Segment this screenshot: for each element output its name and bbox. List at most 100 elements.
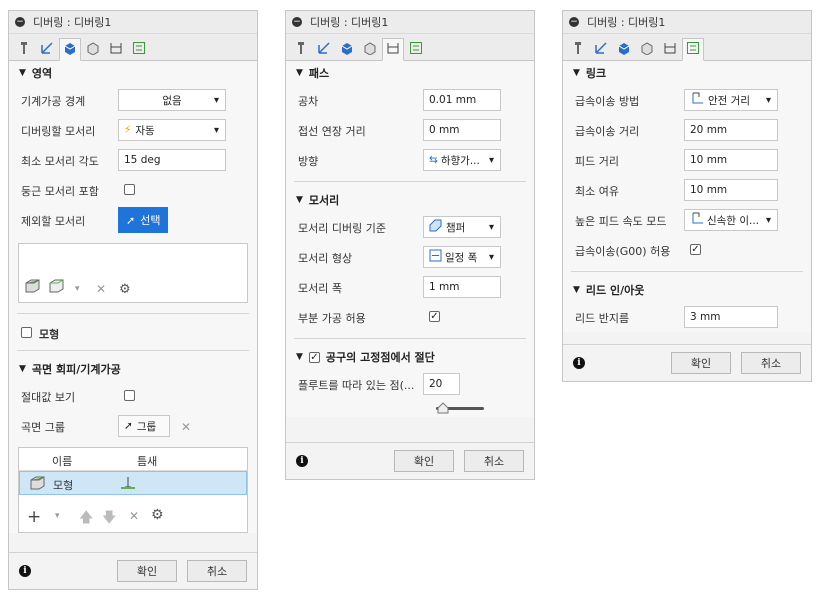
tab-stock[interactable] — [82, 38, 104, 60]
tool-icon — [571, 41, 585, 58]
collapse-icon[interactable]: − — [292, 17, 302, 27]
section-header-edge[interactable]: ▼ 모서리 — [286, 188, 534, 212]
add-icon[interactable]: + — [27, 507, 41, 527]
move-down-icon[interactable]: 🡇 — [102, 507, 116, 531]
table-row[interactable]: 모형 — [19, 471, 247, 495]
section-header-lead[interactable]: ▼ 리드 인/아웃 — [563, 278, 811, 302]
tab-geometry[interactable] — [336, 38, 358, 60]
panel-titlebar[interactable]: − 디버링 : 디버링1 — [9, 11, 257, 34]
tab-tool[interactable] — [13, 38, 35, 60]
tangent-extension-label: 접선 연장 거리 — [298, 125, 366, 138]
section-header-surface[interactable]: ▼ 곡면 회피/기계가공 — [9, 357, 257, 381]
rapid-method-select[interactable]: 안전 거리 — [684, 89, 778, 111]
cancel-button[interactable]: 취소 — [741, 352, 801, 374]
panel-linking: − 디버링 : 디버링1 ▼링크 급속이송 방법 안전 거리 급속이송 거리 2… — [562, 10, 812, 382]
round-edges-checkbox[interactable] — [124, 184, 135, 195]
fixed-point-checkbox[interactable]: ✓ — [308, 351, 320, 363]
tab-linking[interactable] — [128, 38, 150, 60]
ok-button[interactable]: 확인 — [117, 560, 177, 582]
info-icon[interactable]: i — [296, 455, 308, 467]
section-header-fixed-point[interactable]: ▼ ✓ 공구의 고정점에서 절단 — [286, 345, 534, 369]
edge-width-input[interactable]: 1 mm — [423, 276, 501, 298]
rapid-distance-input[interactable]: 20 mm — [684, 119, 778, 141]
dropdown-arrow-icon[interactable]: ▾ — [55, 511, 60, 521]
cancel-button[interactable]: 취소 — [464, 450, 524, 472]
edges-label: 디버링할 모서리 — [21, 125, 96, 138]
tab-geometry[interactable] — [613, 38, 635, 60]
collapse-icon[interactable]: − — [15, 17, 25, 27]
direction-select[interactable]: ⇆ 하향가... — [423, 149, 501, 171]
linking-icon — [409, 41, 423, 58]
g00-checkbox[interactable]: ✓ — [690, 244, 701, 255]
direction-icon: ⇆ — [429, 154, 438, 166]
info-icon[interactable]: i — [19, 565, 31, 577]
absolute-view-checkbox[interactable] — [124, 390, 135, 401]
delete-icon[interactable]: ✕ — [129, 509, 139, 523]
selection-box[interactable]: ▾ ✕ ⚙ — [18, 243, 248, 303]
edges-select[interactable]: ⚡ 자동 — [118, 119, 226, 141]
min-clearance-input[interactable]: 10 mm — [684, 179, 778, 201]
panel-titlebar[interactable]: − 디버링 : 디버링1 — [286, 11, 534, 34]
lead-radius-label: 리드 반지름 — [575, 312, 630, 325]
tab-heights[interactable] — [105, 38, 127, 60]
tab-geometry-axis[interactable] — [590, 38, 612, 60]
tab-geometry-axis[interactable] — [36, 38, 58, 60]
dropdown-arrow-icon[interactable]: ▾ — [75, 284, 80, 294]
heights-icon — [109, 41, 123, 58]
tab-stock[interactable] — [636, 38, 658, 60]
clear-icon[interactable]: ✕ — [96, 282, 106, 296]
partial-machining-checkbox[interactable]: ✓ — [429, 311, 440, 322]
section-header-area[interactable]: ▼ 영역 — [9, 61, 257, 85]
tab-heights[interactable] — [382, 38, 404, 61]
tab-tool[interactable] — [567, 38, 589, 60]
flute-point-input[interactable]: 20 — [423, 373, 460, 395]
surface-group-table: 이름 틈새 모형 + ▾ 🡅 🡇 ✕ ⚙ — [18, 447, 248, 533]
high-feed-select[interactable]: 신속한 이... — [684, 209, 778, 231]
feed-distance-input[interactable]: 10 mm — [684, 149, 778, 171]
ok-button[interactable]: 확인 — [671, 352, 731, 374]
flute-slider[interactable] — [286, 399, 534, 417]
edge-shape-select[interactable]: 일정 폭 — [423, 246, 501, 268]
select-button[interactable]: ➚ 선택 — [118, 207, 169, 233]
panel-area: − 디버링 : 디버링1 ▼영역 기계가공 경계 없음 디버링할 모서리 ⚡자동… — [8, 10, 258, 590]
collapse-icon[interactable]: − — [569, 17, 579, 27]
lightning-icon: ⚡ — [124, 124, 132, 136]
lead-radius-input[interactable]: 3 mm — [684, 306, 778, 328]
tangent-extension-input[interactable]: 0 mm — [423, 119, 501, 141]
tolerance-input[interactable]: 0.01 mm — [423, 89, 501, 111]
ok-button[interactable]: 확인 — [394, 450, 454, 472]
rapid-method-label: 급속이송 방법 — [575, 95, 640, 108]
tab-geometry[interactable] — [59, 38, 81, 61]
cancel-button[interactable]: 취소 — [187, 560, 247, 582]
machining-boundary-select[interactable]: 없음 — [118, 89, 226, 111]
slider-thumb[interactable] — [437, 402, 449, 414]
section-header-pass[interactable]: ▼ 패스 — [286, 61, 534, 85]
info-icon[interactable]: i — [573, 357, 585, 369]
heights-icon — [663, 41, 677, 58]
panel-passes: − 디버링 : 디버링1 ▼ 패스 공차 0.01 mm 접선 연장 거리 0 m… — [285, 10, 535, 480]
tab-linking[interactable] — [405, 38, 427, 60]
clear-icon[interactable]: ✕ — [181, 420, 191, 434]
divider — [294, 181, 526, 182]
section-header-link[interactable]: ▼ 링크 — [563, 61, 811, 85]
cube-outline-icon — [363, 41, 377, 58]
tab-geometry-axis[interactable] — [313, 38, 335, 60]
model-checkbox[interactable] — [21, 327, 32, 338]
axis-icon — [40, 41, 54, 58]
tab-tool[interactable] — [290, 38, 312, 60]
gear-icon[interactable]: ⚙ — [151, 507, 164, 523]
tab-linking[interactable] — [682, 38, 704, 61]
min-angle-input[interactable]: 15 deg — [118, 149, 226, 171]
model-label: 모형 — [39, 328, 60, 341]
gear-icon[interactable]: ⚙ — [119, 282, 131, 297]
move-up-icon[interactable]: 🡅 — [79, 507, 93, 531]
panel-titlebar[interactable]: − 디버링 : 디버링1 — [563, 11, 811, 34]
collapse-triangle-icon: ▼ — [296, 68, 303, 78]
panel-body: ▼ 패스 공차 0.01 mm 접선 연장 거리 0 mm 방향 ⇆ 하향가... … — [286, 61, 534, 417]
axis-icon — [317, 41, 331, 58]
tab-heights[interactable] — [659, 38, 681, 60]
cube-green-icon — [25, 279, 41, 296]
group-button[interactable]: ➚ 그룹 — [118, 415, 170, 437]
tab-stock[interactable] — [359, 38, 381, 60]
edge-basis-select[interactable]: 챔퍼 — [423, 216, 501, 238]
